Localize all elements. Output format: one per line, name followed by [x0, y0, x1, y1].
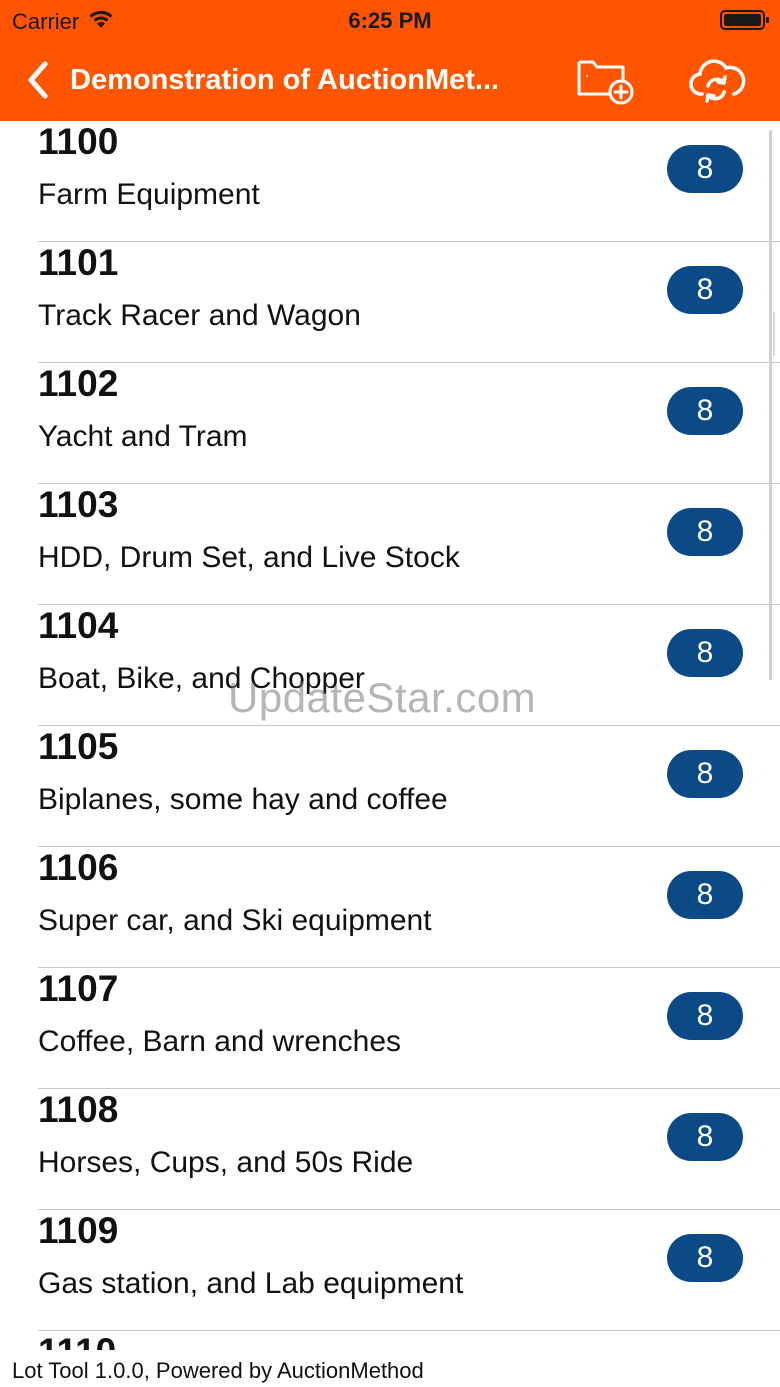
count-badge: 8: [667, 266, 743, 314]
back-button[interactable]: [18, 58, 58, 102]
scrollbar-thumb[interactable]: [773, 312, 775, 356]
count-badge: 8: [667, 750, 743, 798]
count-badge: 8: [667, 508, 743, 556]
chevron-left-icon: [28, 61, 48, 99]
footer: Lot Tool 1.0.0, Powered by AuctionMethod: [0, 1350, 780, 1387]
page-title: Demonstration of AuctionMet...: [70, 64, 500, 96]
lot-number: 1106: [38, 847, 119, 888]
lot-title: Horses, Cups, and 50s Ride: [38, 1146, 414, 1179]
footer-text: Lot Tool 1.0.0, Powered by AuctionMethod: [12, 1358, 424, 1383]
count-badge: 8: [667, 629, 743, 677]
list-item[interactable]: 1110: [0, 1331, 780, 1350]
folder-plus-icon: [577, 60, 634, 105]
count-badge: 8: [667, 387, 743, 435]
lot-number: 1102: [38, 363, 119, 404]
sync-button[interactable]: [686, 56, 746, 106]
lot-title: Gas station, and Lab equipment: [38, 1267, 464, 1300]
lot-title: Track Racer and Wagon: [38, 299, 361, 332]
lot-number: 1104: [38, 605, 119, 646]
lot-number: 1100: [38, 121, 119, 162]
list-item[interactable]: 1109 Gas station, and Lab equipment 8: [0, 1210, 780, 1331]
lot-title: Yacht and Tram: [38, 420, 248, 453]
list-item[interactable]: 1101 Track Racer and Wagon 8: [0, 242, 780, 363]
count-badge: 8: [667, 145, 743, 193]
list-item[interactable]: 1100 Farm Equipment 8: [0, 121, 780, 242]
lot-number: 1105: [38, 726, 119, 767]
lot-number: 1103: [38, 484, 119, 525]
lot-number: 1108: [38, 1089, 119, 1130]
status-time: 6:25 PM: [348, 8, 432, 33]
lot-title: Boat, Bike, and Chopper: [38, 662, 365, 695]
list-item[interactable]: 1105 Biplanes, some hay and coffee 8: [0, 726, 780, 847]
count-badge: 8: [667, 1113, 743, 1161]
lot-number: 1110: [38, 1331, 116, 1350]
lot-list[interactable]: 1100 Farm Equipment 8 1101 Track Racer a…: [0, 121, 780, 1350]
lot-title: Super car, and Ski equipment: [38, 904, 432, 937]
count-badge: 8: [667, 1234, 743, 1282]
lot-number: 1101: [38, 242, 119, 283]
screen: Carrier 6:25 PM Demonstration of Auction…: [0, 0, 780, 1387]
list-item[interactable]: 1106 Super car, and Ski equipment 8: [0, 847, 780, 968]
lot-number: 1107: [38, 968, 119, 1009]
lot-title: HDD, Drum Set, and Live Stock: [38, 541, 460, 574]
cloud-sync-icon: [689, 59, 746, 103]
lot-number: 1109: [38, 1210, 119, 1251]
status-bar: Carrier 6:25 PM: [0, 0, 780, 40]
list-item[interactable]: 1108 Horses, Cups, and 50s Ride 8: [0, 1089, 780, 1210]
count-badge: 8: [667, 871, 743, 919]
list-item[interactable]: 1107 Coffee, Barn and wrenches 8: [0, 968, 780, 1089]
add-folder-button[interactable]: [575, 54, 635, 106]
lot-title: Coffee, Barn and wrenches: [38, 1025, 402, 1058]
list-item[interactable]: 1103 HDD, Drum Set, and Live Stock 8: [0, 484, 780, 605]
lot-title: Farm Equipment: [38, 178, 260, 211]
list-item[interactable]: 1102 Yacht and Tram 8: [0, 363, 780, 484]
scrollbar[interactable]: [769, 130, 772, 680]
nav-bar: Demonstration of AuctionMet...: [0, 40, 780, 121]
list-item[interactable]: 1104 Boat, Bike, and Chopper 8: [0, 605, 780, 726]
lot-title: Biplanes, some hay and coffee: [38, 783, 448, 816]
count-badge: 8: [667, 992, 743, 1040]
battery-icon: [720, 10, 770, 30]
